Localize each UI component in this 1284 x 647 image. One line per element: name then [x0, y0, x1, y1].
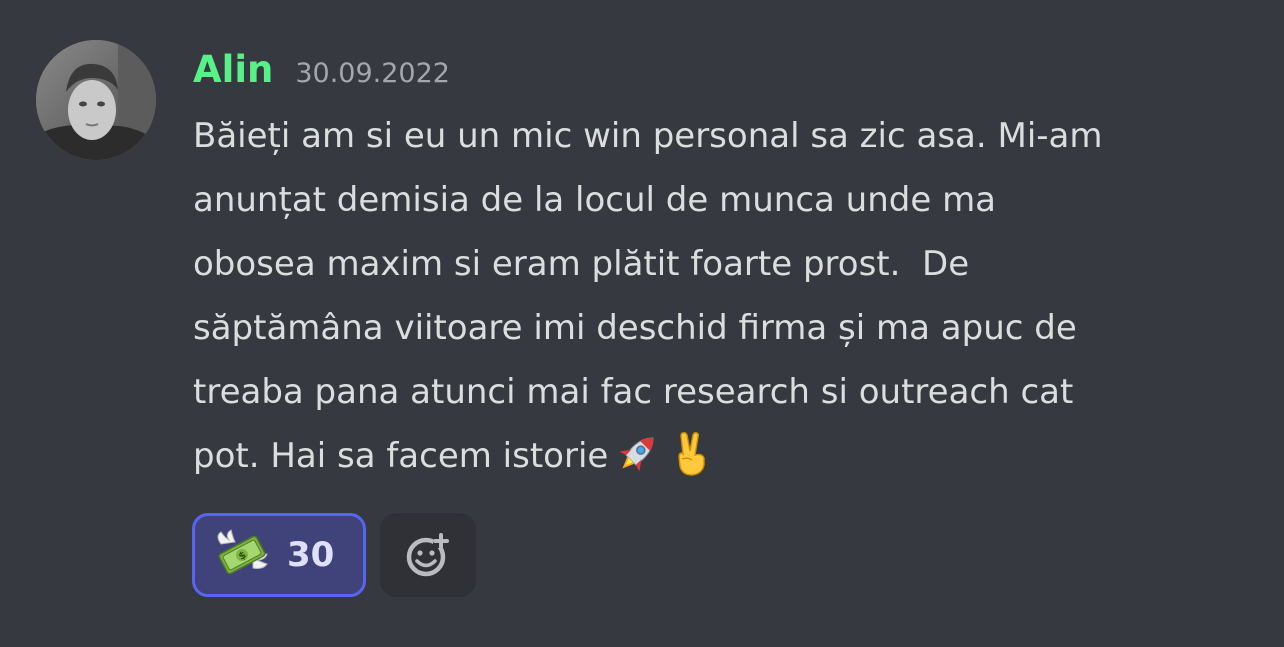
- add-reaction-button[interactable]: [380, 513, 476, 597]
- add-reaction-icon: [406, 533, 449, 577]
- message-content: Băieți am si eu un mic win personal sa z…: [193, 104, 1253, 488]
- reactions-bar: $ 30: [192, 513, 476, 597]
- rocket-emoji: [619, 437, 654, 472]
- reaction-money-with-wings[interactable]: $ 30: [192, 513, 366, 597]
- reaction-count: 30: [287, 535, 335, 575]
- chat-message: Alin 30.09.2022 Băieți am si eu un mic w…: [0, 0, 1284, 647]
- message-text: Băieți am si eu un mic win personal sa z…: [193, 116, 1103, 476]
- avatar[interactable]: [36, 40, 156, 160]
- username[interactable]: Alin: [193, 48, 273, 91]
- timestamp: 30.09.2022: [295, 58, 450, 89]
- money-with-wings-emoji: $: [217, 529, 268, 575]
- message-header: Alin 30.09.2022: [193, 48, 450, 100]
- avatar-photo: [36, 40, 156, 160]
- victory-hand-emoji: [678, 432, 706, 476]
